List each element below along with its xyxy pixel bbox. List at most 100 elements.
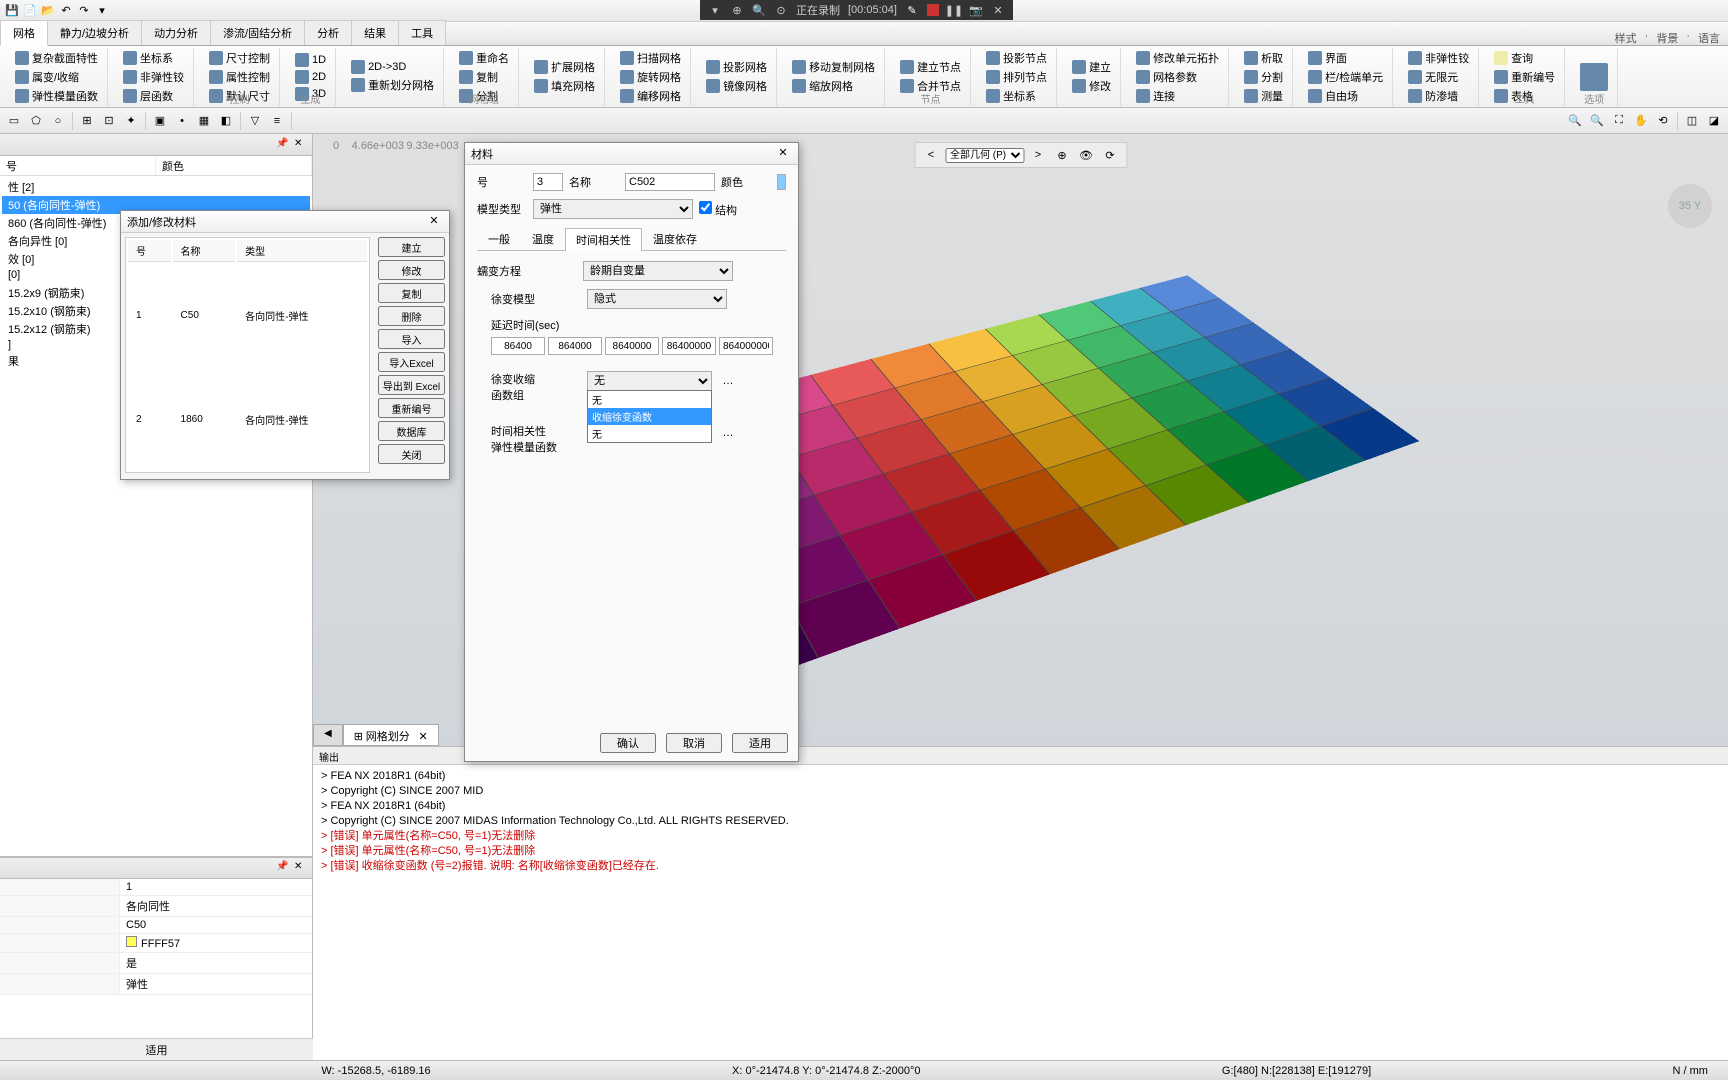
- rb-shrink[interactable]: 属变/收缩: [12, 68, 101, 86]
- input-delay-5[interactable]: [719, 337, 773, 355]
- grid-icon[interactable]: ⊞: [77, 111, 97, 131]
- link-style[interactable]: 样式: [1615, 30, 1637, 46]
- mtab-general[interactable]: 一般: [477, 227, 521, 250]
- qat-dropdown-icon[interactable]: ▾: [94, 3, 110, 19]
- rb-fill[interactable]: 填充网格: [531, 77, 598, 95]
- rb-copy[interactable]: 复制: [456, 68, 512, 86]
- viewport-tab-main[interactable]: ⊞ 网格划分 ✕: [343, 724, 439, 746]
- face-icon[interactable]: ◧: [216, 111, 236, 131]
- panel-close-icon[interactable]: ✕: [294, 138, 308, 152]
- tab-seepage[interactable]: 渗流/固结分析: [210, 20, 305, 45]
- pan-icon[interactable]: ✋: [1631, 111, 1651, 131]
- rb-elastic-func[interactable]: 弹性模量函数: [12, 87, 101, 105]
- rb-project[interactable]: 投影网格: [703, 58, 770, 76]
- undo-icon[interactable]: ↶: [58, 3, 74, 19]
- table-row[interactable]: 21860各向同性-弹性: [128, 368, 367, 470]
- mtab-time[interactable]: 时间相关性: [565, 228, 642, 251]
- btn-close[interactable]: 关闭: [378, 444, 445, 464]
- cube-icon[interactable]: ▣: [150, 111, 170, 131]
- redo-icon[interactable]: ↷: [76, 3, 92, 19]
- rb-remesh[interactable]: 重新划分网格: [348, 76, 437, 94]
- vp-next-icon[interactable]: >: [1028, 145, 1048, 165]
- tab-dynamic[interactable]: 动力分析: [141, 20, 211, 45]
- checkbox-struct[interactable]: [699, 201, 712, 214]
- node-icon[interactable]: •: [172, 111, 192, 131]
- viewport-tab-prev[interactable]: ◀: [313, 724, 343, 746]
- rb-create[interactable]: 建立: [1069, 58, 1114, 76]
- link-lang[interactable]: 语言: [1698, 30, 1720, 46]
- input-delay-1[interactable]: [491, 337, 545, 355]
- mtab-tempdep[interactable]: 温度依存: [642, 227, 708, 250]
- tab-close-icon[interactable]: ✕: [418, 731, 427, 743]
- rec-stop-icon[interactable]: [927, 4, 939, 16]
- rec-pause-icon[interactable]: ❚❚: [947, 3, 961, 17]
- input-num[interactable]: [533, 173, 563, 191]
- panel-pin-icon[interactable]: 📌: [276, 138, 290, 152]
- rb-scale[interactable]: 缩放网格: [789, 77, 878, 95]
- snap-icon[interactable]: ⊡: [99, 111, 119, 131]
- geometry-select[interactable]: 全部几何 (P): [945, 148, 1024, 163]
- input-delay-2[interactable]: [548, 337, 602, 355]
- rb-check[interactable]: 栏/检端单元: [1305, 68, 1386, 86]
- sel-circle-icon[interactable]: ○: [48, 111, 68, 131]
- rb-divide[interactable]: 分割: [1241, 68, 1286, 86]
- axis-icon[interactable]: ✦: [121, 111, 141, 131]
- rb-coord[interactable]: 坐标系: [120, 49, 187, 67]
- rb-csys[interactable]: 坐标系: [983, 87, 1050, 105]
- filter-icon[interactable]: ▽: [245, 111, 265, 131]
- tab-tool[interactable]: 工具: [398, 20, 446, 45]
- rb-hinge[interactable]: 非弹性铰: [120, 68, 187, 86]
- zoom-fit-icon[interactable]: ⛶: [1609, 111, 1629, 131]
- vp-prev-icon[interactable]: <: [921, 145, 941, 165]
- rb-attr[interactable]: 属性控制: [206, 68, 273, 86]
- rec-pick-icon[interactable]: ⊙: [774, 3, 788, 17]
- save-icon[interactable]: 💾: [4, 3, 20, 19]
- table-row[interactable]: 1C50各向同性-弹性: [128, 264, 367, 366]
- tab-static[interactable]: 静力/边坡分析: [47, 20, 142, 45]
- rb-inelastic[interactable]: 非弹性铰: [1405, 49, 1472, 67]
- viewcube-icon[interactable]: ◫: [1682, 111, 1702, 131]
- nav-cube[interactable]: 35 Y: [1668, 184, 1712, 228]
- prop-pin-icon[interactable]: 📌: [276, 861, 290, 875]
- rb-topo[interactable]: 修改单元拓扑: [1133, 49, 1222, 67]
- tab-mesh[interactable]: 网格: [0, 20, 48, 46]
- tab-analysis[interactable]: 分析: [304, 20, 352, 45]
- input-delay-4[interactable]: [662, 337, 716, 355]
- select-creepeq[interactable]: 龄期自变量: [583, 261, 733, 281]
- rb-layer[interactable]: 层函数: [120, 87, 187, 105]
- zoom-in-icon[interactable]: 🔍: [1565, 111, 1585, 131]
- rb-alignnode[interactable]: 排列节点: [983, 68, 1050, 86]
- dd-opt[interactable]: 无: [588, 391, 711, 408]
- rb-connect[interactable]: 连接: [1133, 87, 1222, 105]
- rb-measure[interactable]: 测量: [1241, 87, 1286, 105]
- time-edit-icon[interactable]: …: [718, 423, 738, 443]
- rb-movecopy[interactable]: 移动复制网格: [789, 58, 878, 76]
- elem-icon[interactable]: ▦: [194, 111, 214, 131]
- rec-close-icon[interactable]: ✕: [991, 3, 1005, 17]
- viewiso-icon[interactable]: ◪: [1704, 111, 1724, 131]
- sel-rect-icon[interactable]: ▭: [4, 111, 24, 131]
- chk-struct[interactable]: 结构: [699, 201, 749, 218]
- btn-renumber[interactable]: 重新编号: [378, 398, 445, 418]
- rb-freefield[interactable]: 自由场: [1305, 87, 1386, 105]
- btn-create[interactable]: 建立: [378, 237, 445, 257]
- rec-zoom-icon[interactable]: 🔍: [752, 3, 766, 17]
- rb-interface[interactable]: 界面: [1305, 49, 1386, 67]
- rb-offset[interactable]: 编移网格: [617, 87, 684, 105]
- btn-modify[interactable]: 修改: [378, 260, 445, 280]
- btn-import-excel[interactable]: 导入Excel: [378, 352, 445, 372]
- btn-database[interactable]: 数据库: [378, 421, 445, 441]
- dlg2-close-icon[interactable]: ✕: [774, 146, 792, 162]
- input-delay-3[interactable]: [605, 337, 659, 355]
- ok-button[interactable]: 确认: [600, 733, 656, 753]
- btn-import[interactable]: 导入: [378, 329, 445, 349]
- rb-modify[interactable]: 修改: [1069, 77, 1114, 95]
- select-func[interactable]: 无: [587, 371, 712, 391]
- mtab-temp[interactable]: 温度: [521, 227, 565, 250]
- input-name[interactable]: [625, 173, 715, 191]
- rb-2d3d[interactable]: 2D->3D: [348, 59, 437, 75]
- apply-button[interactable]: 适用: [732, 733, 788, 753]
- rb-extend[interactable]: 扩展网格: [531, 58, 598, 76]
- rec-camera-icon[interactable]: 📷: [969, 3, 983, 17]
- rb-2d[interactable]: 2D: [292, 69, 329, 85]
